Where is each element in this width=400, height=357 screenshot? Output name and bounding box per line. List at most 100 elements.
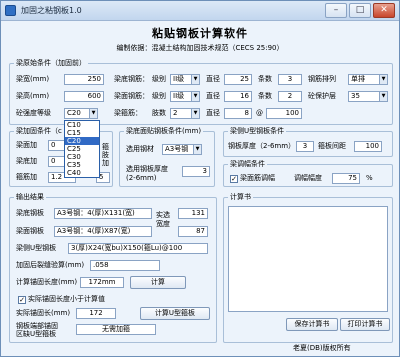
- bottom-grade-label: 级别: [152, 75, 166, 83]
- print-calc-book-button[interactable]: 打印计算书: [340, 318, 390, 331]
- top-count-label: 条数: [258, 92, 272, 100]
- side-plate-result-value: 3(厚)X24(宽bu)X150(箍Lu)@100: [68, 243, 208, 254]
- bottom-count-input[interactable]: 3: [278, 74, 302, 85]
- top-rebar-adjust-label: 梁面筋调幅: [240, 174, 275, 182]
- adjust-range-input[interactable]: 75: [332, 173, 360, 184]
- original-conditions-group: 梁原始条件（加固前） 梁宽(mm) 250 梁高(mm) 600 砼强度等级 C…: [9, 58, 393, 125]
- percent-unit: %: [366, 174, 373, 182]
- cover-select[interactable]: 35 ▼: [348, 91, 388, 102]
- crack-check-value: .058: [90, 260, 160, 271]
- chevron-down-icon[interactable]: ▼: [193, 145, 201, 154]
- u-plate-spacing-label: 箍板间距: [318, 142, 346, 150]
- actual-width-label-2: 宽度: [156, 220, 170, 228]
- concrete-option-selected[interactable]: C20: [65, 137, 99, 145]
- anchor-length-label: 计算锚固长度(mm): [16, 278, 78, 286]
- concrete-option[interactable]: C15: [65, 129, 99, 137]
- top-dia-label: 直径: [206, 92, 220, 100]
- top-count-input[interactable]: 2: [278, 91, 302, 102]
- bottom-grade-value: II级: [173, 75, 185, 83]
- concrete-option[interactable]: C40: [65, 169, 99, 177]
- concrete-grade-dropdown-list[interactable]: C10 C15 C20 C25 C30 C35 C40: [64, 120, 100, 178]
- top-rebar-label: 梁面钢筋：: [114, 92, 149, 100]
- concrete-grade-label: 砼强度等级: [16, 109, 51, 117]
- calc-book-title: 计算书: [228, 192, 253, 202]
- actual-anchor-check-label: 实际锚固长度小于计算值: [28, 295, 105, 303]
- adjustment-group: 梁调幅条件 ✓ 梁面筋调幅 调幅幅度 75 %: [223, 159, 393, 187]
- cover-value: 35: [351, 92, 360, 100]
- chevron-down-icon[interactable]: ▼: [191, 92, 199, 101]
- concrete-grade-select[interactable]: C20 ▼: [64, 108, 98, 119]
- bottom-grade-select[interactable]: II级 ▼: [170, 74, 200, 85]
- top-dia-input[interactable]: 16: [224, 91, 252, 102]
- concrete-option[interactable]: C30: [65, 153, 99, 161]
- end-anchor-value: 无需加箍: [76, 324, 156, 335]
- save-calc-book-button[interactable]: 保存计算书: [286, 318, 338, 331]
- stirrup-label: 梁箍筋：: [114, 109, 142, 117]
- chevron-down-icon[interactable]: ▼: [89, 109, 97, 118]
- side-plate-conditions-title: 梁侧U型钢板条件: [228, 126, 287, 136]
- bottom-rebar-label: 梁底钢筋：: [114, 75, 149, 83]
- original-conditions-title: 梁原始条件（加固前）: [14, 58, 88, 68]
- close-button[interactable]: ✕: [373, 3, 395, 18]
- app-icon: [5, 5, 16, 16]
- bottom-plate-conditions-title: 梁底面贴钢板条件(mm): [124, 126, 204, 136]
- u-plate-thickness-input[interactable]: 3: [296, 141, 314, 152]
- maximize-button[interactable]: □: [349, 3, 371, 18]
- code-reference: 编制依据：混凝土结构加固技术规范（CECS 25:90）: [116, 44, 284, 52]
- top-plate-result-label: 梁面钢板: [16, 227, 44, 235]
- stirrup-spacing-input[interactable]: 100: [266, 108, 302, 119]
- calc-book-group: 计算书 保存计算书 打印计算书: [223, 192, 393, 343]
- stirrup-dia-input[interactable]: 8: [224, 108, 252, 119]
- side-plate-result-label: 梁侧U型钢板: [16, 244, 57, 252]
- output-title: 输出结果: [14, 192, 46, 202]
- adjustment-title: 梁调幅条件: [228, 159, 267, 169]
- crack-check-label: 加固后裂缝验算(mm): [16, 261, 85, 269]
- adjust-range-label: 调幅幅度: [294, 174, 322, 182]
- minimize-button[interactable]: –: [325, 3, 347, 18]
- top-rebar-adjust-checkbox[interactable]: ✓: [230, 175, 238, 183]
- calc-u-stirrup-button[interactable]: 计算U型箍板: [140, 307, 210, 320]
- concrete-option[interactable]: C10: [65, 121, 99, 129]
- beam-width-label: 梁宽(mm): [16, 75, 50, 83]
- calculate-button[interactable]: 计算: [130, 276, 186, 289]
- bottom-plate-conditions-group: 梁底面贴钢板条件(mm) 选用钢材 A3号钢 ▼ 选用钢板厚度 (2-6mm) …: [119, 126, 215, 187]
- concrete-option[interactable]: C35: [65, 161, 99, 169]
- stirrup-dia-label: 直径: [206, 109, 220, 117]
- top-actual-width-input[interactable]: 87: [178, 226, 208, 237]
- u-plate-spacing-input[interactable]: 100: [354, 141, 382, 152]
- chevron-down-icon[interactable]: ▼: [191, 109, 199, 118]
- stirrup-legs-value: 2: [173, 109, 178, 117]
- at-sign: @: [256, 109, 263, 117]
- steel-type-select[interactable]: A3号钢 ▼: [162, 144, 202, 155]
- bottom-actual-width-input[interactable]: 131: [178, 208, 208, 219]
- top-strengthen-label: 梁面加: [16, 141, 37, 149]
- bottom-dia-label: 直径: [206, 75, 220, 83]
- output-group: 输出结果 梁底钢板 A3号钢：4(厚)X131(宽) 实选 宽度 131 梁面钢…: [9, 192, 217, 343]
- plate-thickness-input[interactable]: 3: [182, 166, 210, 177]
- beam-width-input[interactable]: 250: [64, 74, 104, 85]
- chevron-down-icon[interactable]: ▼: [379, 92, 387, 101]
- stirrup-legs-select[interactable]: 2 ▼: [170, 108, 200, 119]
- actual-anchor-length-label: 实际锚固长(mm): [16, 309, 71, 317]
- arrangement-label: 钢筋排列: [308, 75, 336, 83]
- plate-thickness-range: (2-6mm): [126, 174, 157, 182]
- arrangement-select[interactable]: 单排 ▼: [348, 74, 388, 85]
- chevron-down-icon[interactable]: ▼: [379, 75, 387, 84]
- top-grade-select[interactable]: II级 ▼: [170, 91, 200, 102]
- side-text-3: 加: [102, 159, 109, 167]
- actual-anchor-length-input[interactable]: 172: [76, 308, 116, 319]
- chevron-down-icon[interactable]: ▼: [191, 75, 199, 84]
- calc-book-area[interactable]: [228, 206, 388, 312]
- concrete-option[interactable]: C25: [65, 145, 99, 153]
- stirrup-strengthen-label: 箍筋加: [16, 173, 37, 181]
- bottom-dia-input[interactable]: 25: [224, 74, 252, 85]
- top-grade-value: II级: [173, 92, 185, 100]
- bottom-plate-result-value: A3号钢：4(厚)X131(宽): [54, 208, 152, 219]
- end-anchor-label-2: 区缺U型箍板: [16, 330, 57, 338]
- actual-anchor-checkbox[interactable]: ✓: [18, 296, 26, 304]
- anchor-length-value: 172mm: [80, 277, 124, 288]
- top-plate-result-value: A3号钢：4(厚)X87(宽): [54, 226, 152, 237]
- beam-height-input[interactable]: 600: [64, 91, 104, 102]
- side-plate-conditions-group: 梁侧U型钢板条件 钢板厚度（2-6mm） 3 箍板间距 100: [223, 126, 393, 157]
- copyright-text: 老夏(DB)版权所有: [293, 344, 351, 352]
